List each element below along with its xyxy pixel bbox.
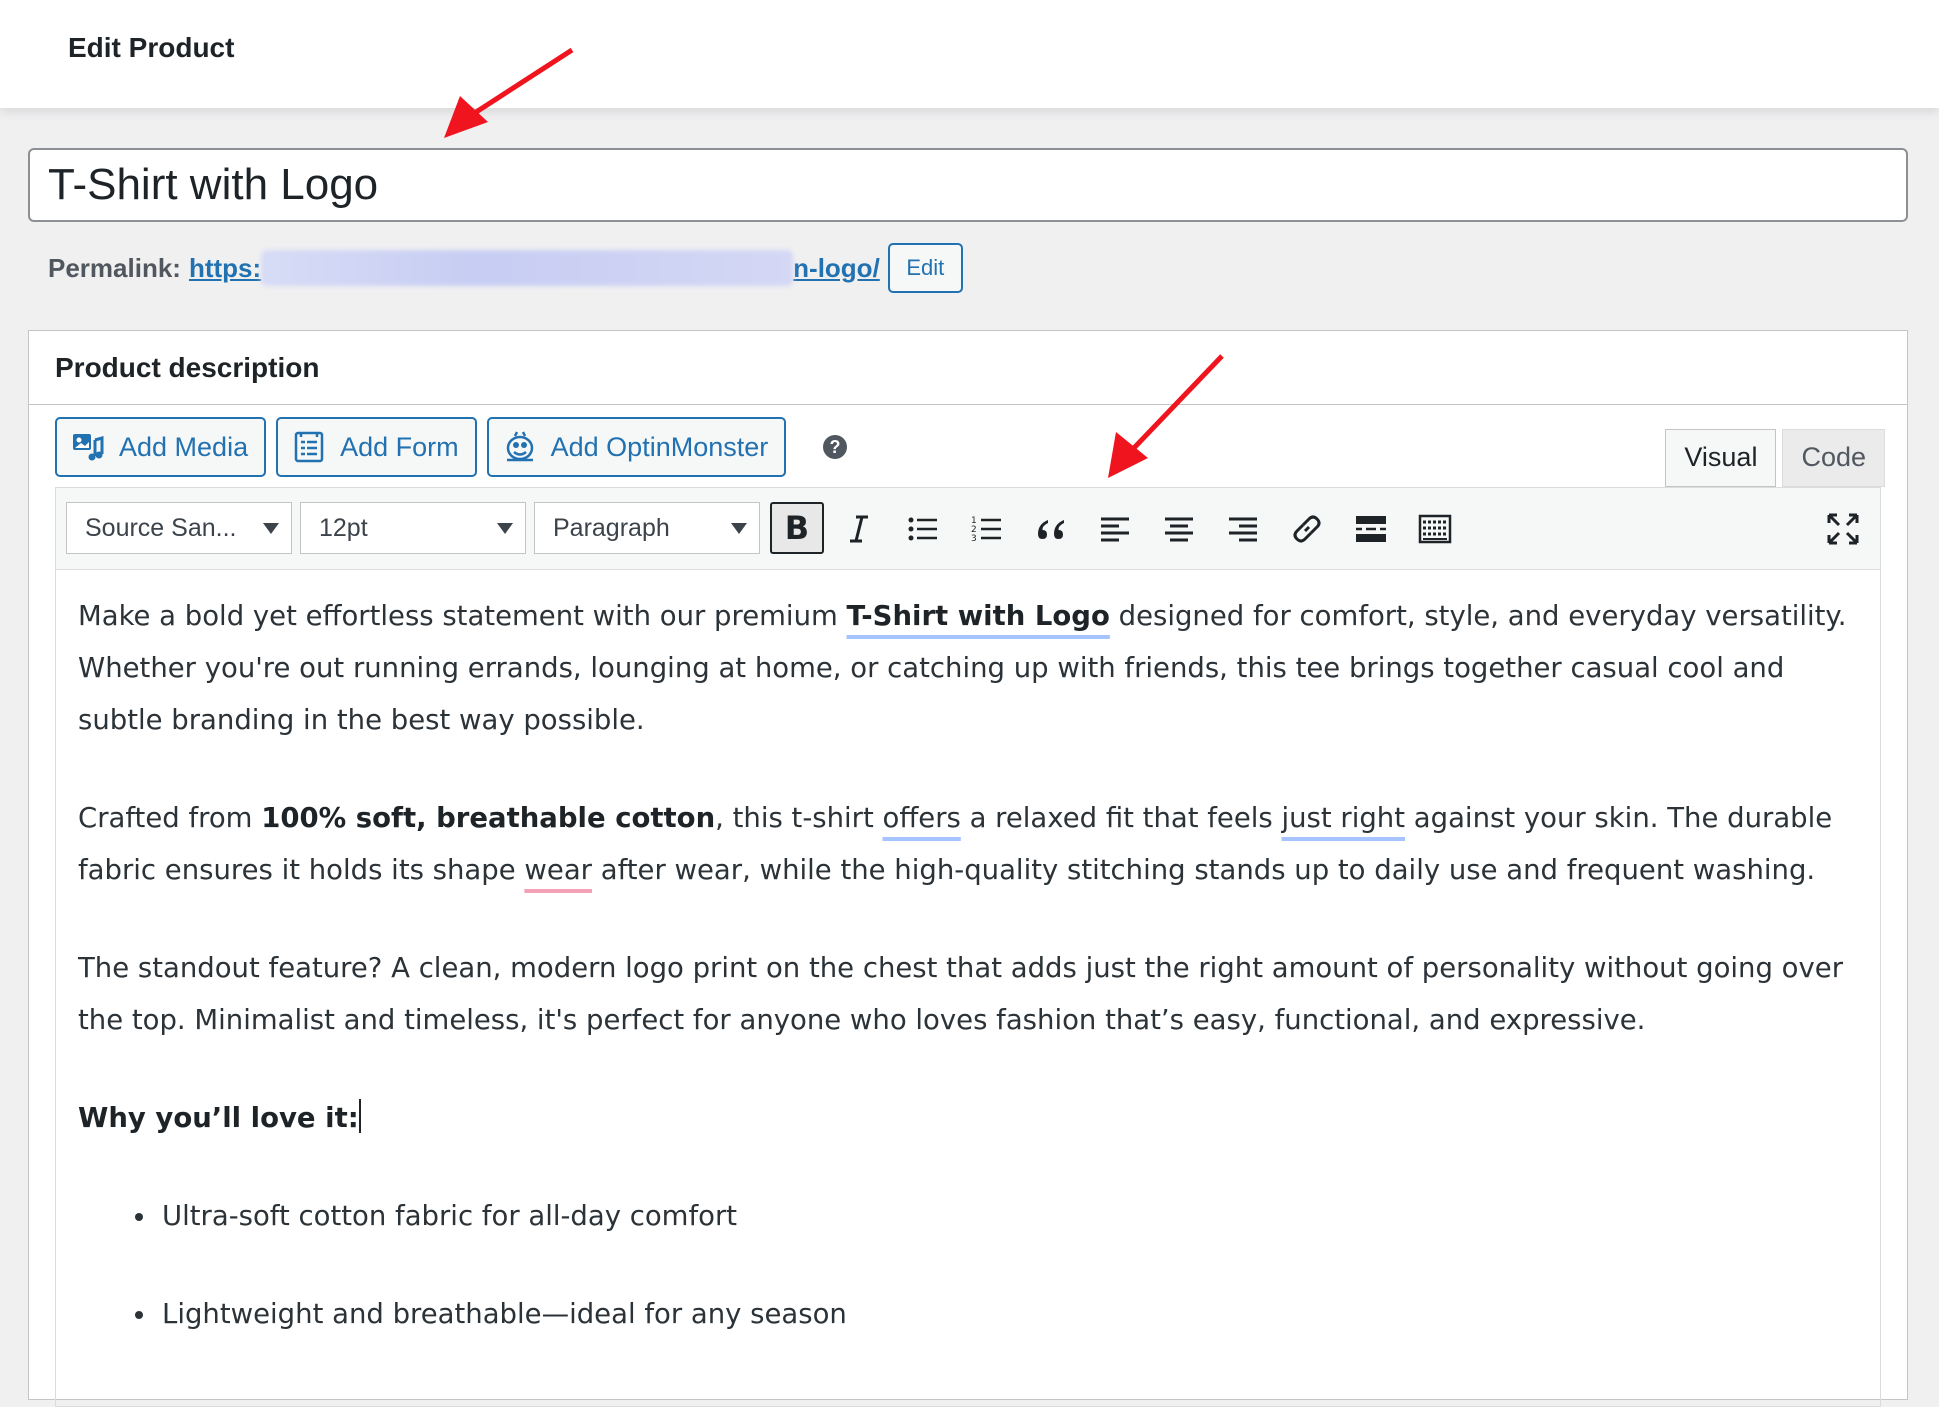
bullet-list-button[interactable]: [902, 508, 944, 550]
tab-visual[interactable]: Visual: [1665, 429, 1777, 487]
feature-list: Ultra-soft cotton fabric for all-day com…: [78, 1190, 1858, 1340]
text-cursor: [358, 1099, 361, 1133]
why-love-heading: Why you’ll love it:: [78, 1102, 359, 1134]
spelling-flag-wear[interactable]: wear: [524, 854, 592, 886]
permalink-url-redacted: [261, 250, 794, 286]
svg-text:3: 3: [971, 534, 977, 544]
p2-text-3: a relaxed fit that feels: [960, 802, 1282, 834]
media-buttons: Add Media Add Form Add OptinMonster: [55, 417, 787, 477]
read-more-button[interactable]: [1350, 508, 1392, 550]
paragraph-2: Crafted from 100% soft, breathable cotto…: [78, 792, 1858, 896]
product-description-heading: Product description: [29, 331, 1907, 405]
top-bar: Edit Product: [0, 0, 1939, 108]
format-value: Paragraph: [553, 514, 670, 542]
insert-link-button[interactable]: [1286, 508, 1328, 550]
grammar-suggestion-just-right[interactable]: just right: [1281, 802, 1405, 834]
toolbar-toggle-button[interactable]: [1414, 508, 1456, 550]
align-right-button[interactable]: [1222, 508, 1264, 550]
list-item: Lightweight and breathable—ideal for any…: [158, 1288, 1858, 1340]
editor-content[interactable]: Make a bold yet effortless statement wit…: [56, 570, 1880, 1406]
editor: Source San... 12pt Paragraph B 1 2 3 Mak…: [55, 487, 1881, 1407]
p2-text-2: , this t-shirt: [715, 802, 883, 834]
add-optinmonster-button[interactable]: Add OptinMonster: [486, 417, 787, 477]
blockquote-button[interactable]: [1030, 508, 1072, 550]
link-icon: [1293, 515, 1321, 543]
chevron-down-icon: [497, 523, 513, 534]
permalink-edit-button[interactable]: Edit: [887, 243, 963, 293]
help-icon[interactable]: ?: [823, 435, 847, 459]
p1-bold-product-name: T-Shirt with Logo: [846, 600, 1110, 632]
form-icon: [294, 431, 324, 463]
font-size-value: 12pt: [319, 514, 368, 542]
numbered-list-button[interactable]: 1 2 3: [966, 508, 1008, 550]
tab-code[interactable]: Code: [1782, 429, 1885, 487]
add-form-label: Add Form: [340, 431, 459, 462]
permalink-label: Permalink:: [48, 253, 181, 283]
permalink-url-start[interactable]: https:: [189, 248, 261, 288]
paragraph-4: Why you’ll love it:: [78, 1092, 1858, 1144]
permalink-row: Permalink: https: n-logo/ Edit: [48, 243, 963, 293]
editor-tabs: Visual Code: [1665, 429, 1885, 487]
paragraph-3: The standout feature? A clean, modern lo…: [78, 952, 1843, 1036]
align-left-button[interactable]: [1094, 508, 1136, 550]
bullet-list-icon: [908, 517, 937, 541]
paragraph-1: Make a bold yet effortless statement wit…: [78, 590, 1858, 746]
chevron-down-icon: [731, 523, 747, 534]
permalink-url-end[interactable]: n-logo/: [793, 248, 880, 288]
add-optinmonster-label: Add OptinMonster: [550, 431, 769, 462]
format-select[interactable]: Paragraph: [534, 502, 760, 554]
product-description-box: Product description Add Media Add Form A…: [28, 330, 1908, 1407]
chevron-down-icon: [263, 523, 279, 534]
italic-button[interactable]: [838, 508, 880, 550]
quote-icon: [1038, 520, 1064, 539]
p1-text-before: Make a bold yet effortless statement wit…: [78, 600, 847, 632]
editor-toolbar: Source San... 12pt Paragraph B 1 2 3: [56, 488, 1880, 570]
font-size-select[interactable]: 12pt: [300, 502, 526, 554]
keyboard-icon: [1418, 514, 1452, 544]
font-family-select[interactable]: Source San...: [66, 502, 292, 554]
align-center-button[interactable]: [1158, 508, 1200, 550]
add-media-label: Add Media: [119, 431, 249, 462]
read-more-icon: [1356, 516, 1386, 542]
product-title-input[interactable]: T-Shirt with Logo: [28, 148, 1908, 222]
p2-text-1: Crafted from: [78, 802, 262, 834]
page-title: Edit Product: [68, 32, 235, 63]
fullscreen-button[interactable]: [1822, 508, 1864, 550]
optinmonster-icon: [506, 431, 533, 462]
numbered-list-icon: 1 2 3: [971, 516, 1001, 544]
p2-bold-cotton: 100% soft, breathable cotton: [261, 802, 716, 834]
bold-button[interactable]: B: [770, 502, 824, 554]
list-item: Ultra-soft cotton fabric for all-day com…: [158, 1190, 1858, 1242]
add-media-icon: [73, 434, 104, 461]
font-family-value: Source San...: [85, 514, 237, 542]
italic-icon: [850, 515, 868, 543]
grammar-suggestion-offers[interactable]: offers: [883, 802, 961, 834]
add-form-button[interactable]: Add Form: [276, 417, 477, 477]
align-right-icon: [1229, 517, 1257, 542]
align-center-icon: [1165, 517, 1193, 542]
align-left-icon: [1101, 517, 1129, 542]
add-media-button[interactable]: Add Media: [55, 417, 267, 477]
p2-text-5: after wear, while the high-quality stitc…: [591, 854, 1816, 886]
fullscreen-icon: [1827, 513, 1859, 545]
